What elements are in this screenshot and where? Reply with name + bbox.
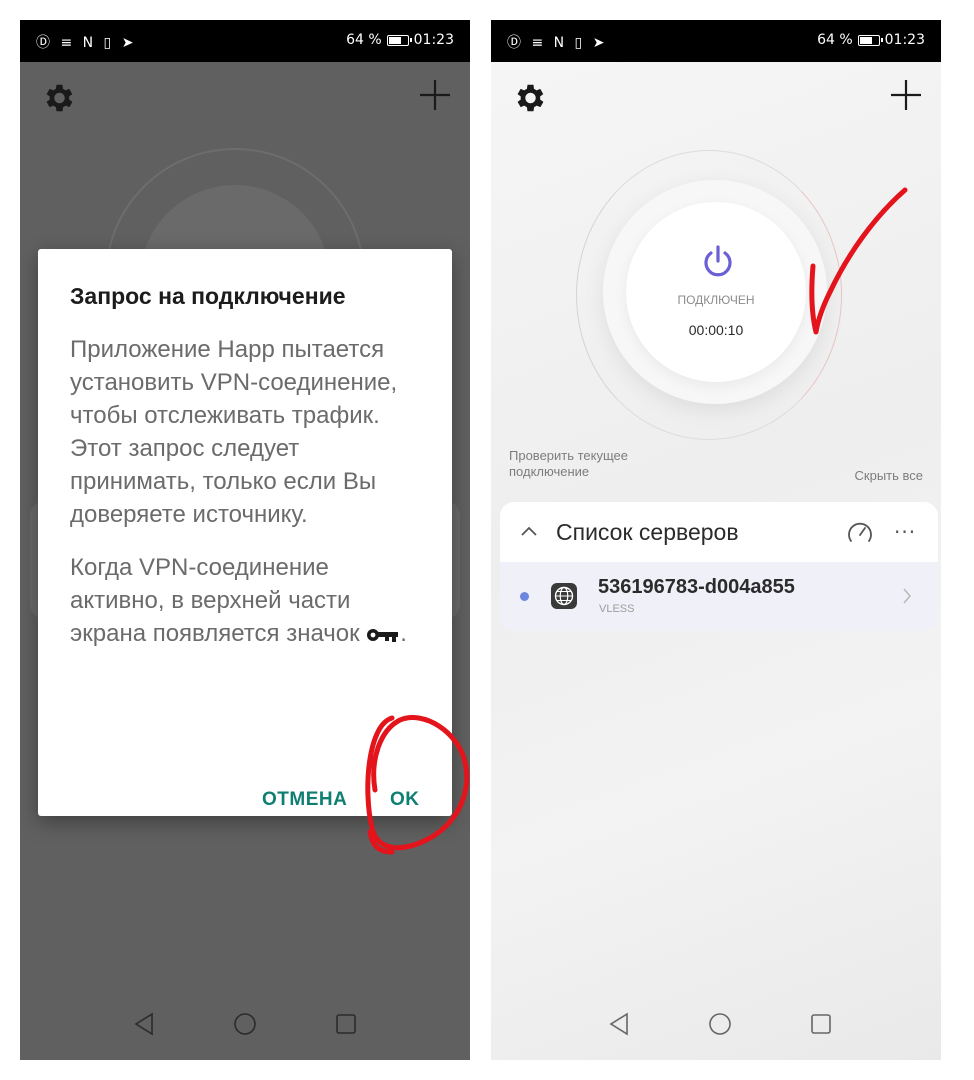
cancel-button[interactable]: ОТМЕНА bbox=[262, 789, 347, 811]
right-screenshot: Ⓓ ≡ N ▯ ➤ 64 % 01:23 ПОДКЛЮЧЕН 00:00:10 … bbox=[491, 20, 941, 1060]
add-plus-icon[interactable] bbox=[418, 78, 452, 112]
clock: 01:23 bbox=[884, 32, 925, 48]
navigation-bar bbox=[491, 990, 941, 1060]
left-screenshot: Ⓓ ≡ N ▯ ➤ 64 % 01:23 Запрос на подключен… bbox=[20, 20, 470, 1060]
selected-indicator bbox=[520, 592, 529, 601]
battery-percent: 64 % bbox=[817, 32, 853, 48]
status-bar: Ⓓ ≡ N ▯ ➤ 64 % 01:23 bbox=[491, 20, 941, 62]
chevron-up-icon[interactable] bbox=[520, 524, 538, 538]
speedometer-icon[interactable] bbox=[846, 519, 874, 547]
dialog-paragraph-1: Приложение Happ пытается установить VPN-… bbox=[70, 336, 398, 528]
more-options-icon[interactable]: ··· bbox=[894, 520, 916, 544]
navigation-bar bbox=[20, 990, 470, 1060]
dialog-title: Запрос на подключение bbox=[70, 283, 346, 309]
globe-icon bbox=[551, 583, 577, 609]
dialog-paragraph-2-end: . bbox=[400, 620, 407, 647]
status-bar: Ⓓ ≡ N ▯ ➤ 64 % 01:23 bbox=[20, 20, 470, 62]
status-icons: Ⓓ ≡ N ▯ ➤ bbox=[507, 35, 608, 51]
status-right: 64 % 01:23 bbox=[346, 32, 454, 48]
check-connection-link[interactable]: Проверить текущее подключение bbox=[509, 448, 679, 480]
settings-gear-icon[interactable] bbox=[40, 80, 76, 116]
dialog-paragraph-2-text: Когда VPN-соединение активно, в верхней … bbox=[70, 554, 360, 647]
add-plus-icon[interactable] bbox=[889, 78, 923, 112]
connection-timer: 00:00:10 bbox=[688, 322, 744, 338]
dialog-paragraph-2: Когда VPN-соединение активно, в верхней … bbox=[70, 551, 430, 650]
status-right: 64 % 01:23 bbox=[817, 32, 925, 48]
status-icons: Ⓓ ≡ N ▯ ➤ bbox=[36, 35, 137, 51]
server-list-title: Список серверов bbox=[556, 519, 739, 545]
dialog-body: Приложение Happ пытается установить VPN-… bbox=[70, 333, 430, 670]
ok-button[interactable]: OK bbox=[390, 789, 420, 811]
battery-percent: 64 % bbox=[346, 32, 382, 48]
recents-icon[interactable] bbox=[332, 1010, 360, 1038]
server-protocol: VLESS bbox=[599, 603, 635, 615]
back-icon[interactable] bbox=[130, 1010, 158, 1038]
battery-icon bbox=[857, 34, 883, 46]
settings-gear-icon[interactable] bbox=[511, 80, 547, 116]
server-list-header: Список серверов ··· bbox=[500, 502, 938, 562]
connect-button[interactable] bbox=[626, 202, 806, 382]
back-icon[interactable] bbox=[605, 1010, 633, 1038]
power-icon[interactable] bbox=[701, 244, 735, 280]
vpn-connection-request-dialog: Запрос на подключение Приложение Happ пы… bbox=[38, 249, 452, 816]
connection-status-label: ПОДКЛЮЧЕН bbox=[677, 293, 755, 307]
server-name: 536196783-d004a855 bbox=[598, 576, 795, 598]
chevron-right-icon[interactable] bbox=[902, 587, 912, 605]
home-icon[interactable] bbox=[706, 1010, 734, 1038]
hide-all-link[interactable]: Скрыть все bbox=[855, 468, 923, 483]
home-icon[interactable] bbox=[231, 1010, 259, 1038]
server-list-card: Список серверов ··· 536196783-d004a855 V… bbox=[500, 502, 938, 631]
clock: 01:23 bbox=[413, 32, 454, 48]
server-row[interactable]: 536196783-d004a855 VLESS bbox=[500, 562, 938, 631]
key-icon bbox=[367, 629, 399, 642]
recents-icon[interactable] bbox=[807, 1010, 835, 1038]
battery-icon bbox=[386, 34, 412, 46]
